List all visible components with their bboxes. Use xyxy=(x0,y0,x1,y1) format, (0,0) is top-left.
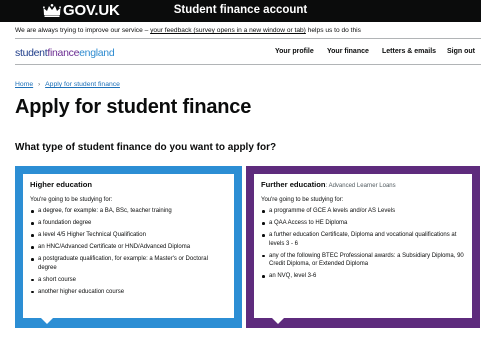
govuk-header: GOV.UK Student finance account xyxy=(0,0,481,22)
breadcrumb-current-link[interactable]: Apply for student finance xyxy=(45,81,120,88)
feedback-banner: We are always trying to improve our serv… xyxy=(15,27,481,34)
nav-your-finance[interactable]: Your finance xyxy=(327,48,369,55)
list-item: a further education Certificate, Diploma… xyxy=(261,231,466,248)
card-title: Further education: Advanced Learner Loan… xyxy=(261,180,466,189)
card-intro: You're going to be studying for: xyxy=(261,197,344,203)
feedback-link[interactable]: your feedback (survey opens in a new win… xyxy=(150,27,306,34)
card-title: Higher education xyxy=(30,180,228,189)
nav-your-profile[interactable]: Your profile xyxy=(275,48,314,55)
higher-education-card[interactable]: Higher education You're going to be stud… xyxy=(15,166,242,328)
card-intro: You're going to be studying for: xyxy=(30,197,113,203)
list-item: a programme of GCE A levels and/or AS Le… xyxy=(261,207,466,216)
divider xyxy=(15,38,481,39)
list-item: an HNC/Advanced Certificate or HND/Advan… xyxy=(30,243,228,252)
divider xyxy=(15,64,481,65)
list-item: a short course xyxy=(30,276,228,285)
list-item: a QAA Access to HE Diploma xyxy=(261,219,466,228)
list-item: any of the following BTEC Professional a… xyxy=(261,252,466,269)
nav-sign-out[interactable]: Sign out xyxy=(447,48,475,55)
feedback-suffix: helps us to do this xyxy=(305,27,361,34)
card-body: Higher education You're going to be stud… xyxy=(23,174,234,324)
qualification-list: a programme of GCE A levels and/or AS Le… xyxy=(261,207,466,281)
list-item: an NVQ, level 3-6 xyxy=(261,272,466,281)
card-subtitle: : Advanced Learner Loans xyxy=(325,183,396,189)
feedback-prefix: We are always trying to improve our serv… xyxy=(15,27,151,34)
list-item: a foundation degree xyxy=(30,219,228,228)
sfe-logo-link[interactable]: studentfinanceengland xyxy=(15,47,115,59)
further-education-card[interactable]: Further education: Advanced Learner Loan… xyxy=(246,166,480,328)
brand-part-3: england xyxy=(79,47,115,59)
breadcrumb-home-link[interactable]: Home xyxy=(15,81,33,88)
brand-part-1: student xyxy=(15,47,48,59)
list-item: another higher education course xyxy=(30,288,228,297)
list-item: a degree, for example: a BA, BSc, teache… xyxy=(30,207,228,216)
breadcrumb: Home › Apply for student finance xyxy=(15,81,120,88)
question-heading: What type of student finance do you want… xyxy=(15,142,277,153)
list-item: a level 4/5 Higher Technical Qualificati… xyxy=(30,231,228,240)
card-body: Further education: Advanced Learner Loan… xyxy=(254,174,472,324)
card-title-text: Further education xyxy=(261,180,326,189)
list-item: a postgraduate qualification, for exampl… xyxy=(30,255,228,272)
nav-letters-emails[interactable]: Letters & emails xyxy=(382,48,436,55)
page-title: Apply for student finance xyxy=(15,96,252,118)
service-name[interactable]: Student finance account xyxy=(0,4,481,16)
brand-part-2: finance xyxy=(47,47,80,59)
qualification-list: a degree, for example: a BA, BSc, teache… xyxy=(30,207,228,296)
card-title-text: Higher education xyxy=(30,180,93,189)
chevron-right-icon: › xyxy=(38,82,41,88)
